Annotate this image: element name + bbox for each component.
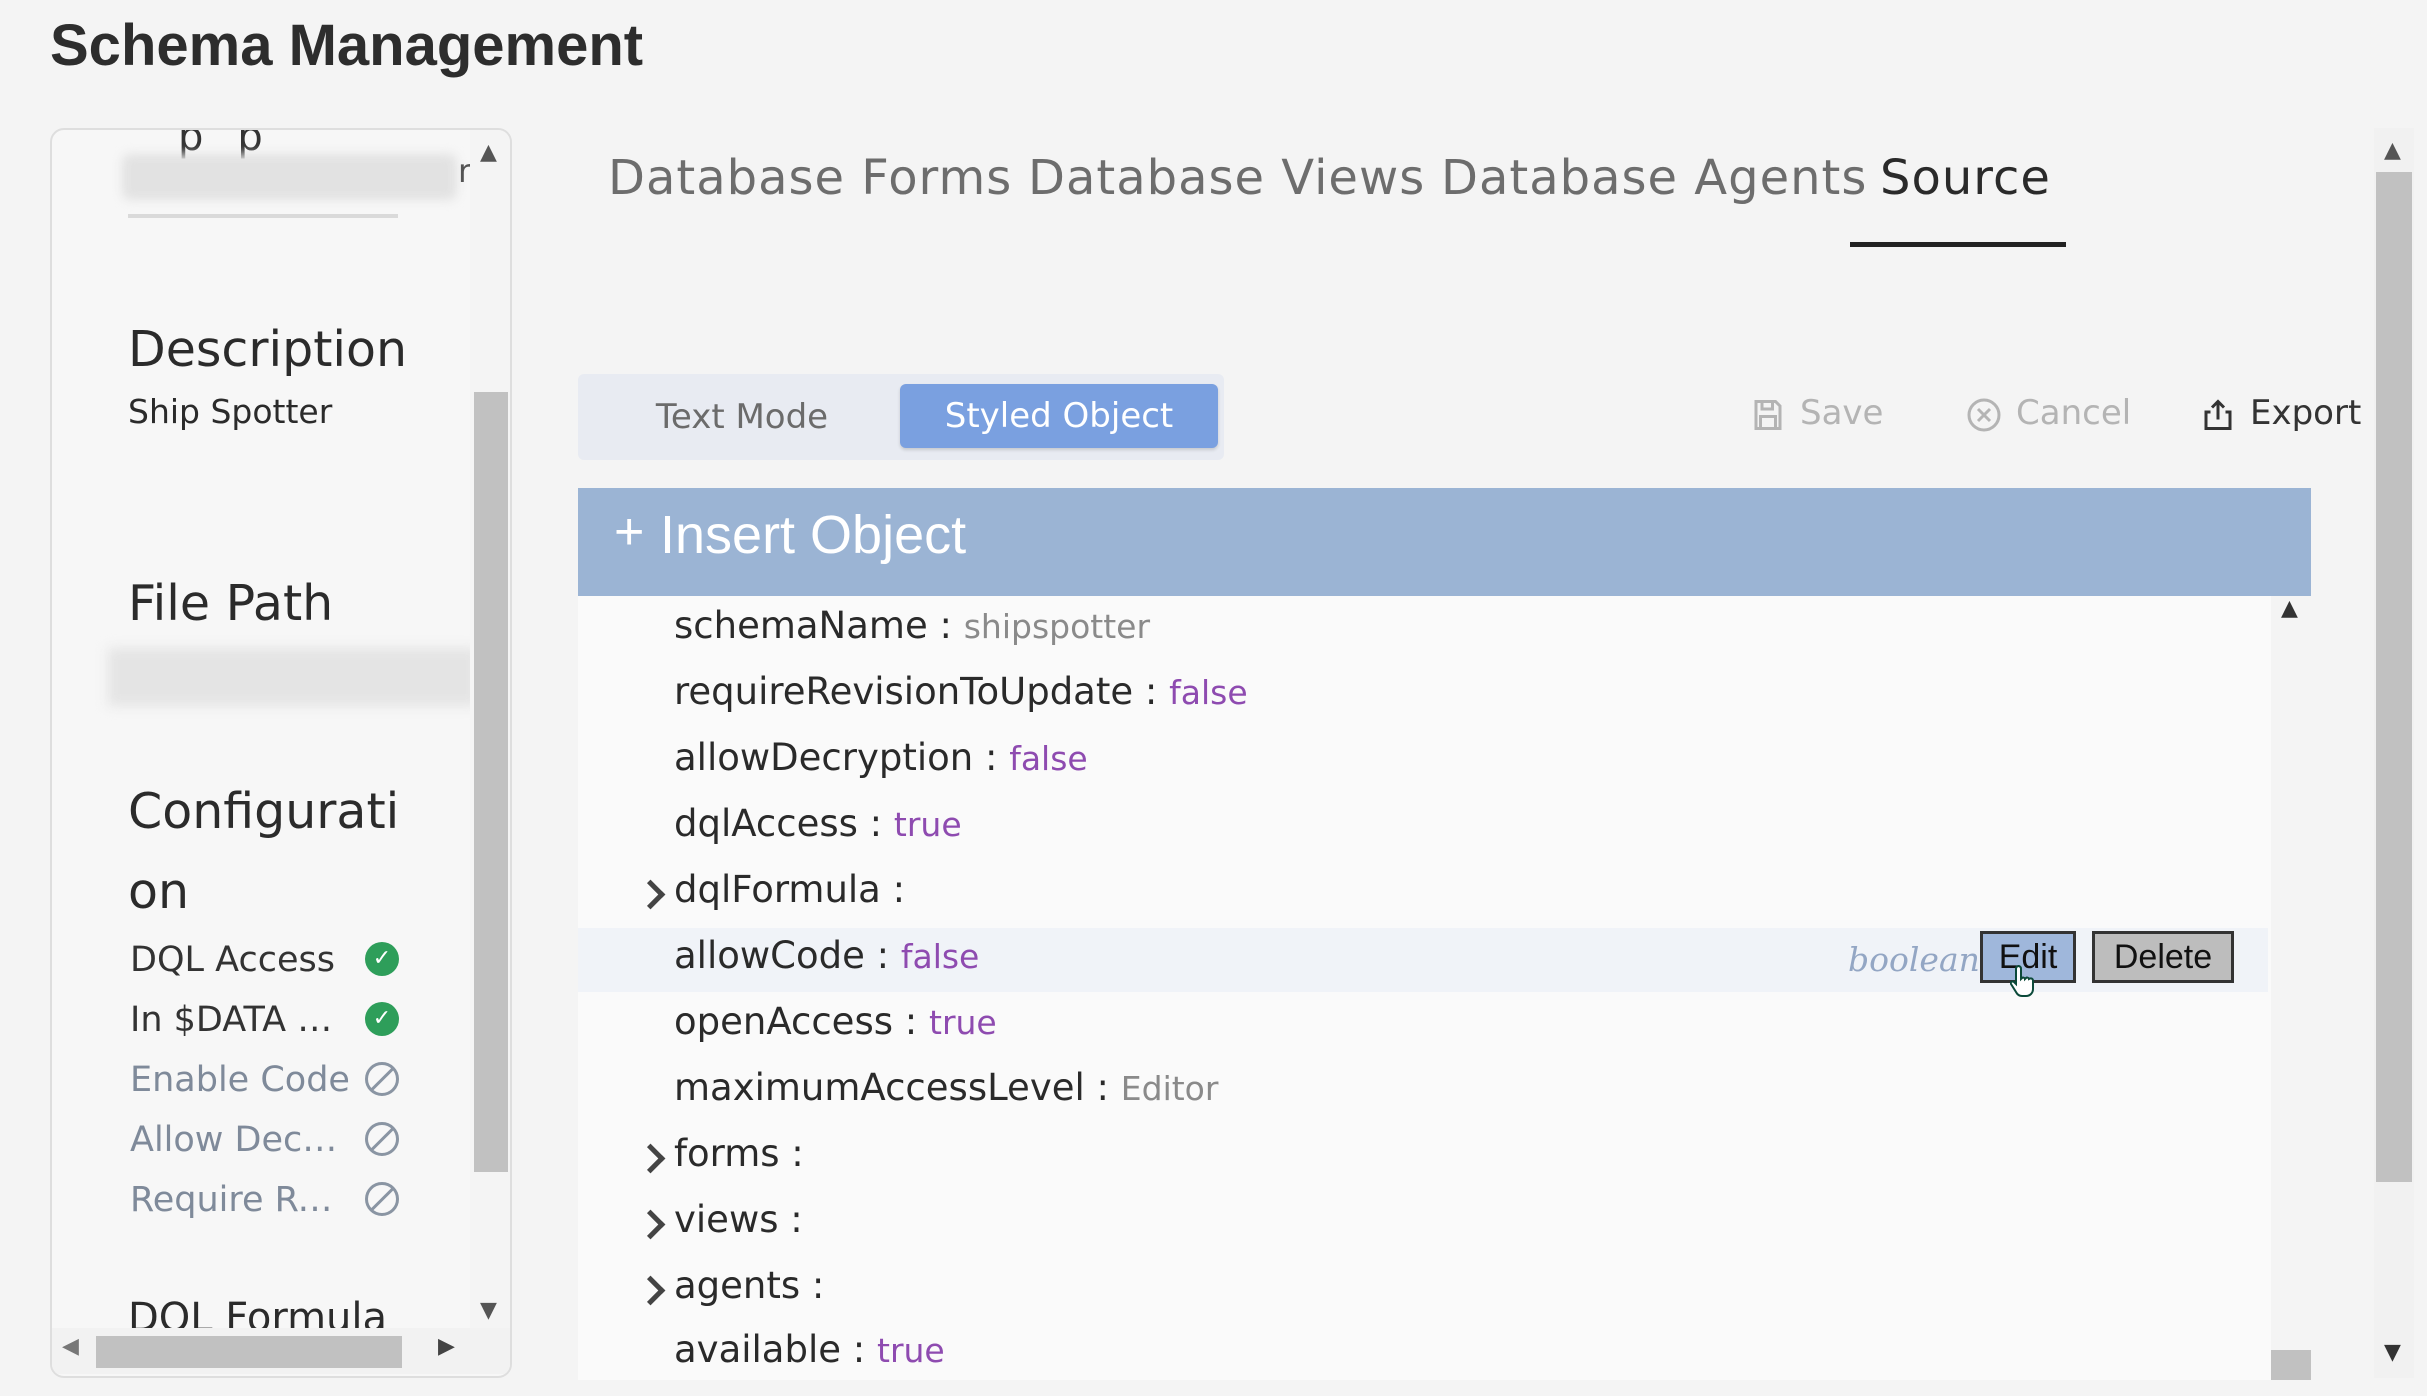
check-circle-icon: ✓ bbox=[365, 942, 399, 976]
save-label: Save bbox=[1800, 393, 1884, 433]
tree-key: available bbox=[674, 1328, 842, 1371]
tab-source[interactable]: Source bbox=[1880, 150, 2051, 206]
tab-database-agents[interactable]: Database Agents bbox=[1441, 150, 1867, 206]
editor-mode-toggle: Text Mode Styled Object bbox=[578, 374, 1224, 460]
tree-key: allowDecryption bbox=[674, 736, 974, 779]
panel-scroll-thumb[interactable] bbox=[474, 392, 508, 1172]
config-item-require-revision: Require Rev... bbox=[130, 1176, 450, 1222]
cancel-icon bbox=[1966, 397, 2002, 433]
tree-value: true bbox=[877, 1331, 945, 1370]
ban-icon bbox=[365, 1182, 399, 1216]
delete-button[interactable]: Delete bbox=[2092, 931, 2234, 983]
config-item-dql-access: DQL Access ✓ bbox=[130, 936, 450, 982]
scroll-up-arrow-icon[interactable]: ▲ bbox=[2384, 138, 2401, 163]
export-button[interactable]: Export bbox=[2200, 388, 2361, 438]
tree-value: false bbox=[900, 937, 980, 976]
configuration-heading: Configurati bbox=[128, 783, 400, 840]
configuration-heading-wrap: on bbox=[128, 863, 190, 920]
config-item-label: In $DATA S... bbox=[130, 1000, 350, 1040]
config-item-in-data-schema: In $DATA S... ✓ bbox=[130, 996, 450, 1042]
tree-value: false bbox=[1169, 673, 1248, 712]
tab-database-forms[interactable]: Database Forms bbox=[608, 150, 1012, 206]
chevron-right-icon[interactable] bbox=[632, 1206, 668, 1242]
ban-icon bbox=[365, 1062, 399, 1096]
tree-row-forms[interactable]: forms : bbox=[578, 1126, 2268, 1190]
scroll-up-arrow-icon[interactable]: ▲ bbox=[2281, 596, 2298, 621]
page-scroll-thumb[interactable] bbox=[2376, 172, 2412, 1182]
active-tab-indicator bbox=[1850, 242, 2066, 247]
object-tree: schemaName : shipspotter requireRevision… bbox=[578, 596, 2311, 1380]
schema-info-panel: pp r Description Ship Spotter File Path … bbox=[50, 128, 512, 1378]
panel-hscroll-thumb[interactable] bbox=[96, 1336, 402, 1368]
tree-row-schemaName[interactable]: schemaName : shipspotter bbox=[578, 598, 2268, 662]
tree-key: dqlFormula bbox=[674, 868, 881, 911]
config-item-label: Require Rev... bbox=[130, 1180, 350, 1220]
tree-row-requireRevisionToUpdate[interactable]: requireRevisionToUpdate : false bbox=[578, 664, 2268, 728]
plus-icon: + bbox=[614, 503, 645, 561]
save-icon bbox=[1750, 397, 1786, 433]
scroll-left-arrow-icon[interactable]: ◀ bbox=[62, 1334, 79, 1359]
tree-row-maximumAccessLevel[interactable]: maximumAccessLevel : Editor bbox=[578, 1060, 2268, 1124]
tree-row-views[interactable]: views : bbox=[578, 1192, 2268, 1256]
tree-value: true bbox=[929, 1003, 997, 1042]
scroll-right-arrow-icon[interactable]: ▶ bbox=[438, 1334, 455, 1359]
save-button[interactable]: Save bbox=[1750, 388, 1883, 438]
tree-key: schemaName bbox=[674, 604, 928, 647]
scroll-down-arrow-icon[interactable]: ▼ bbox=[2384, 1340, 2401, 1365]
file-path-heading: File Path bbox=[128, 575, 334, 632]
insert-object-bar[interactable]: + Insert Object bbox=[578, 488, 2311, 596]
tree-vertical-scrollbar[interactable] bbox=[2271, 596, 2311, 1380]
tree-row-agents[interactable]: agents : bbox=[578, 1258, 2268, 1322]
config-item-allow-decryption: Allow Decry... bbox=[130, 1116, 450, 1162]
tree-key: views bbox=[674, 1198, 779, 1241]
config-item-label: Enable Code bbox=[130, 1060, 350, 1100]
export-icon bbox=[2200, 397, 2236, 433]
tree-key: forms bbox=[674, 1132, 780, 1175]
hand-cursor-icon bbox=[2010, 965, 2034, 997]
tree-row-allowCode[interactable]: allowCode : false boolean Edit Delete bbox=[578, 928, 2268, 997]
tree-key: allowCode bbox=[674, 934, 865, 977]
scroll-up-arrow-icon[interactable]: ▲ bbox=[480, 140, 497, 165]
cancel-label: Cancel bbox=[2016, 393, 2132, 433]
cancel-button[interactable]: Cancel bbox=[1966, 388, 2131, 438]
tree-key: maximumAccessLevel bbox=[674, 1066, 1085, 1109]
tree-row-dqlAccess[interactable]: dqlAccess : true bbox=[578, 796, 2268, 860]
config-item-enable-code: Enable Code bbox=[130, 1056, 450, 1102]
tree-row-dqlFormula[interactable]: dqlFormula : bbox=[578, 862, 2268, 926]
tree-value: false bbox=[1009, 739, 1088, 778]
tab-database-views[interactable]: Database Views bbox=[1028, 150, 1425, 206]
divider bbox=[128, 214, 398, 218]
export-label: Export bbox=[2250, 393, 2362, 433]
tree-row-allowDecryption[interactable]: allowDecryption : false bbox=[578, 730, 2268, 794]
tree-value: shipspotter bbox=[963, 607, 1151, 646]
config-item-label: DQL Access bbox=[130, 940, 335, 980]
styled-object-button[interactable]: Styled Object bbox=[900, 384, 1218, 448]
tree-row-available[interactable]: available : true bbox=[578, 1322, 2268, 1380]
text-mode-button[interactable]: Text Mode bbox=[578, 374, 906, 460]
tree-value: Editor bbox=[1120, 1069, 1219, 1108]
tree-key: dqlAccess bbox=[674, 802, 858, 845]
tree-key: requireRevisionToUpdate bbox=[674, 670, 1134, 713]
tree-row-openAccess[interactable]: openAccess : true bbox=[578, 994, 2268, 1058]
chevron-right-icon[interactable] bbox=[632, 1272, 668, 1308]
ban-icon bbox=[365, 1122, 399, 1156]
page-title: Schema Management bbox=[50, 13, 644, 78]
tree-scroll-thumb[interactable] bbox=[2271, 1350, 2311, 1380]
config-item-label: Allow Decry... bbox=[130, 1120, 350, 1160]
tree-value: true bbox=[893, 805, 962, 844]
file-path-value-redacted bbox=[108, 648, 478, 706]
insert-object-label: Insert Object bbox=[660, 505, 967, 565]
description-heading: Description bbox=[128, 321, 408, 378]
scroll-down-arrow-icon[interactable]: ▼ bbox=[480, 1298, 497, 1323]
tree-key: agents bbox=[674, 1264, 801, 1307]
tree-key: openAccess bbox=[674, 1000, 894, 1043]
chevron-right-icon[interactable] bbox=[632, 876, 668, 912]
check-circle-icon: ✓ bbox=[365, 1002, 399, 1036]
description-value: Ship Spotter bbox=[128, 392, 333, 431]
chevron-right-icon[interactable] bbox=[632, 1140, 668, 1176]
redacted-field bbox=[122, 154, 457, 200]
type-hint: boolean bbox=[1848, 940, 1980, 979]
